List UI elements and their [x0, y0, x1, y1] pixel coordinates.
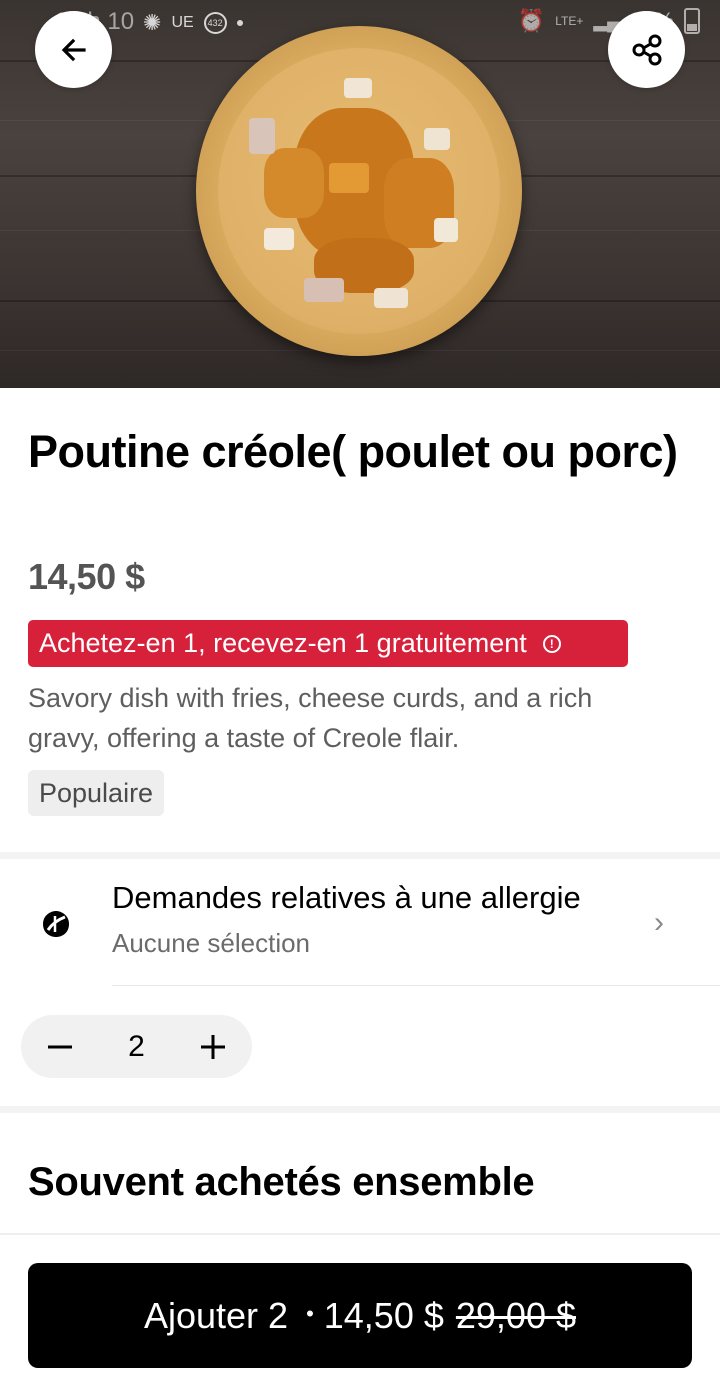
leaf-allergy-icon	[43, 911, 69, 937]
plus-icon	[201, 1034, 225, 1059]
info-icon[interactable]: !	[542, 634, 561, 653]
section-divider	[0, 1106, 720, 1113]
network-label: LTE+	[555, 14, 584, 28]
allergy-title: Demandes relatives à une allergie	[112, 880, 581, 915]
battery-icon	[684, 8, 700, 34]
item-price: 14,50 $	[28, 556, 145, 597]
poutine-bowl	[196, 26, 522, 356]
432-badge-icon: 432	[203, 12, 227, 34]
section-title: Souvent achetés ensemble	[28, 1160, 535, 1204]
cta-separator: •	[306, 1300, 314, 1326]
back-button[interactable]	[35, 11, 112, 88]
share-icon	[632, 34, 661, 65]
allergy-subtitle: Aucune sélection	[112, 928, 311, 958]
notification-dot-icon	[236, 20, 243, 26]
row-divider	[112, 985, 720, 986]
cbc-icon: ✺	[143, 10, 162, 35]
footer-divider	[0, 1233, 720, 1235]
quantity-stepper: 2	[21, 1015, 252, 1078]
decrement-button[interactable]	[43, 1030, 77, 1064]
allergy-row[interactable]	[0, 859, 720, 985]
cta-price: 14,50 $	[323, 1294, 444, 1336]
cta-old-price: 29,00 $	[455, 1294, 577, 1336]
chevron-right-icon: ›	[654, 906, 664, 939]
quantity-value: 2	[128, 1029, 145, 1063]
minus-icon	[48, 1045, 72, 1048]
popular-badge: Populaire	[28, 770, 165, 816]
item-photo: 14 h 10 ✺ UE 432 ⏰ LTE+ ▂▄ 29%	[0, 0, 720, 388]
add-to-cart-button[interactable]: Ajouter 2 • 14,50 $ 29,00 $	[28, 1263, 692, 1368]
section-divider	[0, 852, 720, 859]
alarm-icon: ⏰	[517, 8, 546, 33]
ue-icon: UE	[171, 14, 194, 31]
promo-banner[interactable]: Achetez-en 1, recevez-en 1 gratuitement …	[28, 620, 628, 667]
share-button[interactable]	[608, 11, 685, 88]
item-title: Poutine créole( poulet ou porc)	[28, 426, 678, 477]
cta-label: Ajouter 2	[143, 1294, 289, 1336]
arrow-left-icon	[61, 38, 86, 61]
increment-button[interactable]	[196, 1030, 230, 1064]
promo-text: Achetez-en 1, recevez-en 1 gratuitement	[39, 628, 527, 658]
item-description: Savory dish with fries, cheese curds, an…	[28, 683, 593, 753]
